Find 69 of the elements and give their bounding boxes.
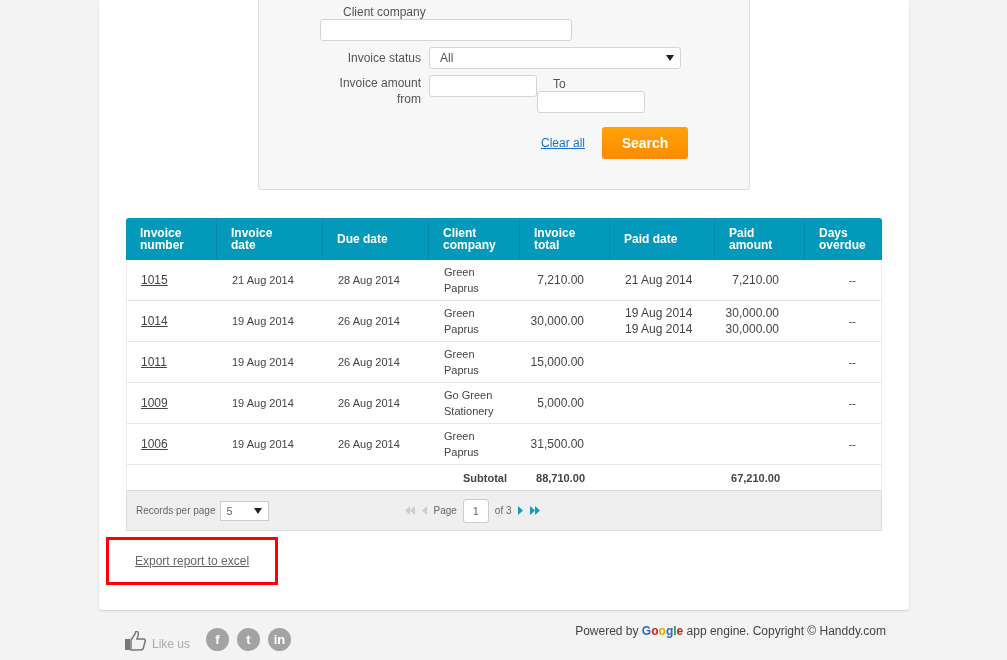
invoice-link[interactable]: 1006 <box>141 437 168 451</box>
caret-icon <box>666 55 674 61</box>
table-cell-text: 19 Aug 2014 <box>231 314 295 329</box>
invoice-link[interactable]: 1011 <box>141 355 167 369</box>
page-count: of 3 <box>494 505 512 516</box>
table-cell-text: Green Paprus <box>443 265 480 296</box>
column-header: Paid date <box>624 233 678 245</box>
table-cell-text: -- <box>847 274 857 286</box>
column-header: Invoice date <box>231 227 274 251</box>
table-cell-text: 26 Aug 2014 <box>337 355 401 370</box>
column-header: Days overdue <box>819 227 867 251</box>
copyright-text: Powered by Google app engine. Copyright © Handdy.com <box>575 624 886 640</box>
table-cell-text: 30,000.00 <box>529 314 585 328</box>
client-company-field[interactable] <box>320 19 572 41</box>
invoice-status-select[interactable]: All <box>429 47 681 69</box>
like-us-label: Like us <box>152 637 191 651</box>
page-label: Page <box>433 505 457 516</box>
amount-to-field[interactable] <box>537 91 645 113</box>
field-label: Invoice status <box>346 50 422 67</box>
page-field[interactable]: 1 <box>462 498 489 523</box>
invoice-link[interactable]: 1015 <box>141 273 168 287</box>
table-cell-text: 30,000.00 <box>724 321 780 337</box>
next-page-icon[interactable] <box>517 506 524 515</box>
caret-icon <box>253 507 262 514</box>
table-cell-text: 21 Aug 2014 <box>624 272 694 288</box>
column-header: Invoice number <box>140 227 185 251</box>
table-cell-text: 28 Aug 2014 <box>337 273 401 288</box>
table-cell-text: -- <box>847 356 857 368</box>
table-cell-text: Green Paprus <box>443 347 480 378</box>
table-cell-text: 19 Aug 2014 <box>624 305 694 321</box>
table-cell-text: 26 Aug 2014 <box>337 314 401 329</box>
subtotal-value: 88,710.00 <box>535 471 586 484</box>
clear-all-link[interactable]: Clear all <box>541 136 585 150</box>
table-cell-text: 19 Aug 2014 <box>231 396 295 411</box>
table-cell-text: 7,210.00 <box>536 273 585 287</box>
field-label: Client company <box>343 5 426 19</box>
table-cell-text: Green Paprus <box>443 306 480 337</box>
records-label: Records per page <box>136 505 216 516</box>
field-label: To <box>553 77 566 91</box>
field-label: Invoice amount from <box>338 75 422 107</box>
invoice-link[interactable]: 1009 <box>141 396 168 410</box>
table-cell-text: 30,000.00 <box>724 305 780 321</box>
table-cell-text: 19 Aug 2014 <box>624 321 694 337</box>
invoice-link[interactable]: 1014 <box>141 314 168 328</box>
table-cell-text: -- <box>847 438 857 450</box>
table-cell-text: 7,210.00 <box>731 272 780 288</box>
last-page-icon[interactable] <box>529 506 541 515</box>
table-cell-text: 19 Aug 2014 <box>231 355 295 370</box>
table-cell-text: 21 Aug 2014 <box>231 273 295 288</box>
table-cell-text: Go Green Stationery <box>443 388 495 419</box>
column-header: Due date <box>337 233 388 245</box>
subtotal-label: Subtotal <box>463 471 508 484</box>
table-cell-text: 26 Aug 2014 <box>337 437 401 452</box>
records-per-page-select[interactable]: 5 <box>219 500 269 521</box>
table-cell-text: 31,500.00 <box>529 437 585 451</box>
column-header: Paid amount <box>729 227 774 251</box>
table-cell-text: 15,000.00 <box>529 355 585 369</box>
export-link[interactable]: Export report to excel <box>135 554 250 568</box>
table-cell-text: Green Paprus <box>443 429 480 460</box>
table-cell-text: -- <box>847 397 857 409</box>
column-header: Invoice total <box>534 227 577 251</box>
table-cell-text: 26 Aug 2014 <box>337 396 401 411</box>
table-cell-text: -- <box>847 315 857 327</box>
table-cell-text: 5,000.00 <box>536 396 585 410</box>
subtotal-value: 67,210.00 <box>730 471 781 484</box>
thumbs-up-icon <box>124 631 146 651</box>
column-header: Client company <box>443 227 497 251</box>
table-cell-text: 19 Aug 2014 <box>231 437 295 452</box>
amount-from-field[interactable] <box>429 75 537 97</box>
